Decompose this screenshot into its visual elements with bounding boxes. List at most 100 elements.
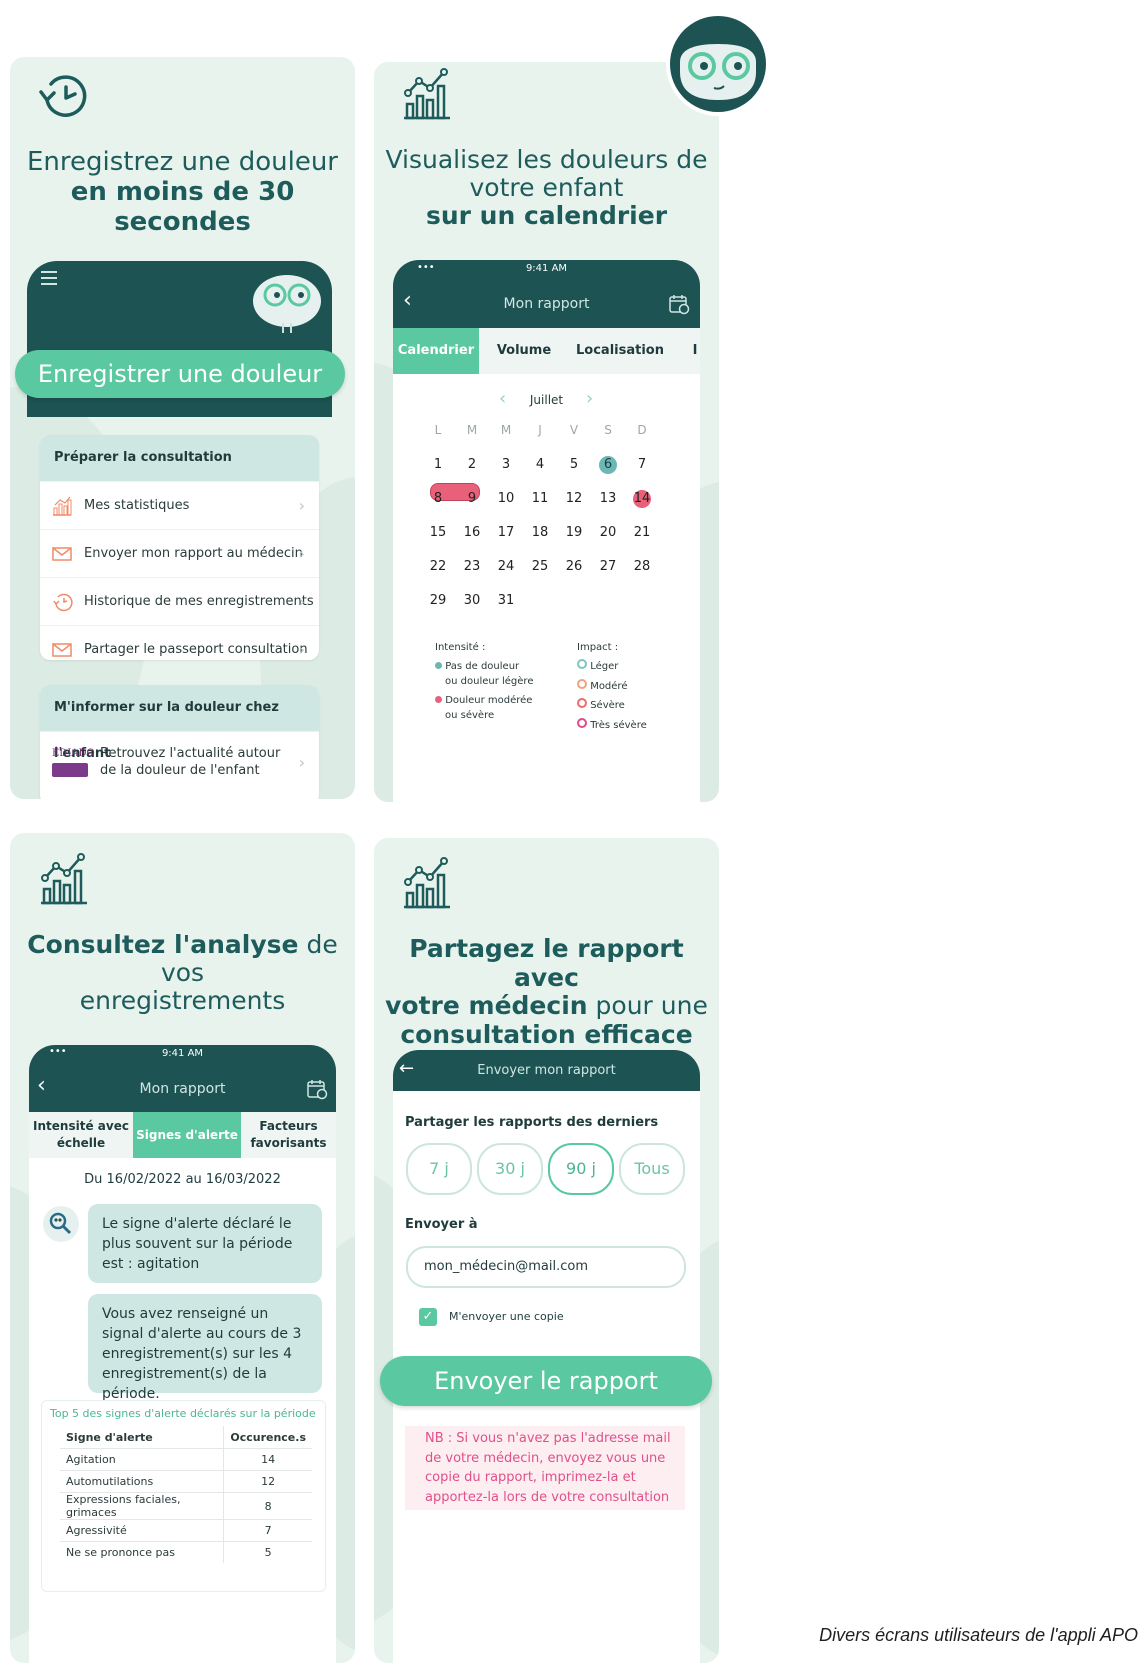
calendar-day[interactable]: 15 <box>423 524 453 542</box>
tab-alert-signs[interactable]: Signes d'alerte <box>133 1112 241 1158</box>
tab-intensity-scale[interactable]: Intensité avec échelle <box>29 1118 133 1152</box>
nb-notice: NB : Si vous n'avez pas l'adresse mail d… <box>405 1426 685 1510</box>
legend-impact-severe: Sévère <box>577 696 647 716</box>
month-label: Juillet <box>529 393 564 407</box>
calendar-day[interactable]: 13 <box>593 490 623 508</box>
period-all[interactable]: Tous <box>619 1143 685 1195</box>
share-label: Partager les rapports des derniers <box>405 1115 659 1130</box>
calendar-day[interactable]: 2 <box>457 456 487 474</box>
table-row: Agitation 14 <box>60 1448 312 1471</box>
tab-volume[interactable]: Volume <box>481 328 567 374</box>
calendar-day[interactable]: 14 <box>633 490 651 508</box>
tab-calendar[interactable]: Calendrier <box>393 328 479 374</box>
calendar-day[interactable]: 31 <box>491 592 521 610</box>
headline-line-1: Consultez l'analyse de vos <box>27 930 338 987</box>
app-header: ← Envoyer mon rapport <box>393 1050 700 1091</box>
app-header: ••• 9:41 AM ‹ Mon rapport <box>29 1045 336 1112</box>
legend-impact-moderate: Modéré <box>577 677 647 697</box>
weekday-label: M <box>500 423 512 437</box>
calendar-day[interactable]: 6 <box>599 456 617 474</box>
top5-card: Top 5 des signes d'alerte déclarés sur l… <box>41 1400 326 1592</box>
calendar-icon[interactable] <box>668 293 690 315</box>
clock-check-icon <box>39 75 87 117</box>
calendar-day[interactable]: 21 <box>627 524 657 542</box>
legend-title: Intensité : <box>435 642 486 653</box>
send-to-label: Envoyer à <box>405 1217 478 1232</box>
teal-dot-icon <box>435 662 442 669</box>
screen-share-report: Partagez le rapport avec votre médecin p… <box>374 838 719 1663</box>
calendar-day[interactable]: 12 <box>559 490 589 508</box>
calendar-day[interactable]: 27 <box>593 558 623 576</box>
table-row: Expressions faciales, grimaces 8 <box>60 1492 312 1520</box>
top5-title: Top 5 des signes d'alerte déclarés sur l… <box>50 1407 316 1420</box>
calendar-day[interactable]: 1 <box>423 456 453 474</box>
menu-item-statistics[interactable]: Mes statistiques › <box>40 481 319 529</box>
tab-localisation[interactable]: Localisation <box>573 328 667 374</box>
calendar-day[interactable]: 8 <box>423 490 453 508</box>
email-field[interactable]: mon_médecin@mail.com <box>406 1246 686 1288</box>
table-row: Automutilations 12 <box>60 1470 312 1493</box>
calendar-day[interactable]: 18 <box>525 524 555 542</box>
period-30-days[interactable]: 30 j <box>477 1143 543 1195</box>
headline-line-2: votre médecin pour une <box>385 991 708 1020</box>
tab-contributing-factors[interactable]: Facteurs favorisants <box>241 1118 336 1152</box>
weekday-label: L <box>434 423 442 437</box>
calendar-day[interactable]: 24 <box>491 558 521 576</box>
calendar-day[interactable]: 9 <box>457 490 487 508</box>
hamburger-icon[interactable] <box>41 271 57 285</box>
calendar-day[interactable]: 4 <box>525 456 555 474</box>
legend-intensity: Intensité : Pas de douleur ou douleur lé… <box>435 640 533 723</box>
screen-analysis: Consultez l'analyse de vos enregistremen… <box>10 833 355 1663</box>
headline-line-2: en moins de 30 secondes <box>70 177 295 237</box>
pain-info-card: M'informer sur la douleur chez l'enfant … <box>40 685 319 799</box>
legend-impact-light: Léger <box>577 657 647 677</box>
calendar-day[interactable]: 26 <box>559 558 589 576</box>
chevron-right-icon: › <box>298 592 305 611</box>
weekday-label: M <box>466 423 478 437</box>
menu-item-label: Envoyer mon rapport au médecin <box>84 546 303 561</box>
calendar-day[interactable]: 3 <box>491 456 521 474</box>
copy-checkbox[interactable]: ✓ <box>419 1308 437 1326</box>
send-report-button[interactable]: Envoyer le rapport <box>380 1356 712 1406</box>
calendar-day[interactable]: 7 <box>627 456 657 474</box>
menu-item-share-passport[interactable]: Partager le passeport consultation › <box>40 625 319 660</box>
analysis-bot-icon <box>43 1206 79 1242</box>
tab-more[interactable]: I <box>689 328 701 374</box>
screen-register-pain: Enregistrez une douleur en moins de 30 s… <box>10 57 355 799</box>
mail-icon <box>52 642 72 657</box>
month-next-icon[interactable]: › <box>586 388 593 409</box>
menu-item-history[interactable]: Historique de mes enregistrements › <box>40 577 319 625</box>
legend-entry: Douleur modérée <box>435 693 533 708</box>
calendar-icon[interactable] <box>306 1078 328 1100</box>
menu-item-label: Partager le passeport consultation <box>84 642 308 657</box>
tab-bar: Intensité avec échelle Signes d'alerte Fa… <box>29 1112 336 1158</box>
headline-line-1: Visualisez les douleurs de <box>385 145 708 174</box>
calendar-day[interactable]: 10 <box>491 490 521 508</box>
copy-label: M'envoyer une copie <box>449 1310 564 1323</box>
chevron-right-icon: › <box>298 640 305 659</box>
mail-icon <box>52 546 72 561</box>
calendar-day[interactable]: 22 <box>423 558 453 576</box>
register-pain-button[interactable]: Enregistrer une douleur <box>15 350 345 398</box>
calendar-day[interactable]: 16 <box>457 524 487 542</box>
menu-item-send-report[interactable]: Envoyer mon rapport au médecin › <box>40 529 319 577</box>
bar-chart-icon <box>53 496 72 516</box>
news-line-2: de la douleur de l'enfant <box>100 763 260 778</box>
calendar-day[interactable]: 29 <box>423 592 453 610</box>
calendar-day[interactable]: 20 <box>593 524 623 542</box>
period-90-days[interactable]: 90 j <box>548 1143 614 1195</box>
period-7-days[interactable]: 7 j <box>406 1143 472 1195</box>
most-frequent-alert-bubble: Le signe d'alerte déclaré le plus souven… <box>88 1204 322 1283</box>
calendar-day[interactable]: 19 <box>559 524 589 542</box>
news-item[interactable]: ÉDIADO Retrouvez l'actualité autour de l… <box>40 731 319 792</box>
calendar-day[interactable]: 25 <box>525 558 555 576</box>
calendar-day[interactable]: 17 <box>491 524 521 542</box>
calendar-day[interactable]: 30 <box>457 592 487 610</box>
calendar-day[interactable]: 5 <box>559 456 589 474</box>
table-row: Agressivité 7 <box>60 1519 312 1542</box>
calendar-day[interactable]: 28 <box>627 558 657 576</box>
calendar-day[interactable]: 23 <box>457 558 487 576</box>
calendar-day[interactable]: 11 <box>525 490 555 508</box>
status-time: 9:41 AM <box>161 1048 204 1059</box>
history-icon <box>53 593 73 611</box>
